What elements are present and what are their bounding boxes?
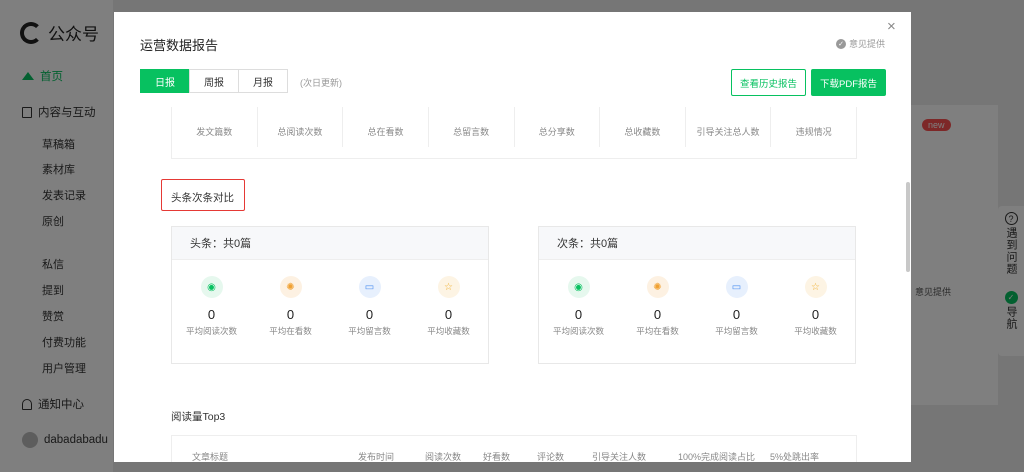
tab-monthly[interactable]: 月报 xyxy=(238,69,288,93)
secondary-card: 次条：共0篇 ◉ 0 平均阅读次数 ✺ 0 平均在看数 ▭ 0 平均留言数 ☆ … xyxy=(538,226,856,364)
stat-value: 0 xyxy=(444,307,453,322)
stat-value: 0 xyxy=(653,307,662,322)
stat-avg-wows: ✺ 0 平均在看数 xyxy=(618,276,697,337)
stat-value: 0 xyxy=(286,307,295,322)
stat-label: 平均在看数 xyxy=(269,326,312,336)
tab-daily[interactable]: 日报 xyxy=(140,69,190,93)
stat-value: 0 xyxy=(365,307,374,322)
close-icon[interactable]: × xyxy=(887,19,896,34)
stat-avg-favorites: ☆ 0 平均收藏数 xyxy=(409,276,488,337)
star-icon: ☆ xyxy=(437,276,460,298)
table-header: 发布时间 xyxy=(358,452,395,462)
summary-header: 总分享数 xyxy=(515,107,601,147)
eye-icon: ◉ xyxy=(567,276,590,298)
section-title-compare: 头条次条对比 xyxy=(171,192,234,204)
summary-table: 发文篇数 总阅读次数 总在看数 总留言数 总分享数 总收藏数 引导关注总人数 违… xyxy=(171,107,857,159)
table-header: 文章标题 xyxy=(192,452,229,462)
stat-value: 0 xyxy=(574,307,583,322)
headline-stats: ◉ 0 平均阅读次数 ✺ 0 平均在看数 ▭ 0 平均留言数 ☆ 0 平均收藏数 xyxy=(172,260,488,337)
comment-icon: ▭ xyxy=(358,276,381,298)
stat-label: 平均阅读次数 xyxy=(185,326,237,336)
stat-label: 平均收藏数 xyxy=(427,326,470,336)
feedback-link[interactable]: ✓ 意见提供 xyxy=(836,37,885,50)
table-header: 评论数 xyxy=(537,452,565,462)
stat-avg-comments: ▭ 0 平均留言数 xyxy=(330,276,409,337)
secondary-card-title: 次条：共0篇 xyxy=(539,227,855,260)
stat-value: 0 xyxy=(811,307,820,322)
table-header: 阅读次数 xyxy=(425,452,462,462)
stat-label: 平均留言数 xyxy=(348,326,391,336)
star-icon: ☆ xyxy=(804,276,827,298)
view-history-button[interactable]: 查看历史报告 xyxy=(731,69,807,96)
stat-avg-favorites: ☆ 0 平均收藏数 xyxy=(776,276,855,337)
modal-title: 运营数据报告 xyxy=(140,38,219,53)
headline-card-title: 头条：共0篇 xyxy=(172,227,488,260)
comment-icon: ▭ xyxy=(725,276,748,298)
feedback-icon: ✓ xyxy=(836,38,846,49)
update-note: (次日更新) xyxy=(300,78,342,88)
sparkle-icon: ✺ xyxy=(646,276,669,298)
scrollbar[interactable] xyxy=(906,182,910,272)
download-pdf-button[interactable]: 下载PDF报告 xyxy=(811,69,887,96)
report-modal: 运营数据报告 × ✓ 意见提供 日报 周报 月报 (次日更新) 查看历史报告 下… xyxy=(114,12,911,462)
tab-weekly[interactable]: 周报 xyxy=(189,69,239,93)
feedback-label: 意见提供 xyxy=(849,39,886,49)
stat-label: 平均收藏数 xyxy=(794,326,837,336)
secondary-stats: ◉ 0 平均阅读次数 ✺ 0 平均在看数 ▭ 0 平均留言数 ☆ 0 平均收藏数 xyxy=(539,260,855,337)
section-title-top3: 阅读量Top3 xyxy=(171,411,226,423)
summary-header: 引导关注总人数 xyxy=(686,107,772,147)
stat-value: 0 xyxy=(207,307,216,322)
stat-label: 平均阅读次数 xyxy=(552,326,604,336)
sparkle-icon: ✺ xyxy=(279,276,302,298)
stat-avg-reads: ◉ 0 平均阅读次数 xyxy=(172,276,251,337)
summary-header: 总收藏数 xyxy=(600,107,686,147)
summary-header: 总阅读次数 xyxy=(258,107,344,147)
summary-header: 总留言数 xyxy=(429,107,515,147)
summary-header: 违规情况 xyxy=(795,127,832,137)
report-scroll-area[interactable]: 发文篇数 总阅读次数 总在看数 总留言数 总分享数 总收藏数 引导关注总人数 违… xyxy=(114,107,911,462)
headline-card: 头条：共0篇 ◉ 0 平均阅读次数 ✺ 0 平均在看数 ▭ 0 平均留言数 ☆ … xyxy=(171,226,489,364)
stat-label: 平均留言数 xyxy=(715,326,758,336)
table-header: 100%完成阅读占比 xyxy=(678,452,756,462)
summary-header: 发文篇数 xyxy=(172,107,258,147)
stat-value: 0 xyxy=(732,307,741,322)
stat-label: 平均在看数 xyxy=(636,326,679,336)
stat-avg-reads: ◉ 0 平均阅读次数 xyxy=(539,276,618,337)
top3-table: 文章标题 发布时间 阅读次数 好看数 评论数 引导关注人数 100%完成阅读占比… xyxy=(171,435,857,462)
table-header: 好看数 xyxy=(483,452,511,462)
summary-header: 总在看数 xyxy=(343,107,429,147)
report-period-tabs: 日报 周报 月报 xyxy=(140,69,288,93)
table-header: 引导关注人数 xyxy=(592,452,647,462)
stat-avg-wows: ✺ 0 平均在看数 xyxy=(251,276,330,337)
eye-icon: ◉ xyxy=(200,276,223,298)
stat-avg-comments: ▭ 0 平均留言数 xyxy=(697,276,776,337)
table-header: 5%处跳出率 xyxy=(770,452,820,462)
